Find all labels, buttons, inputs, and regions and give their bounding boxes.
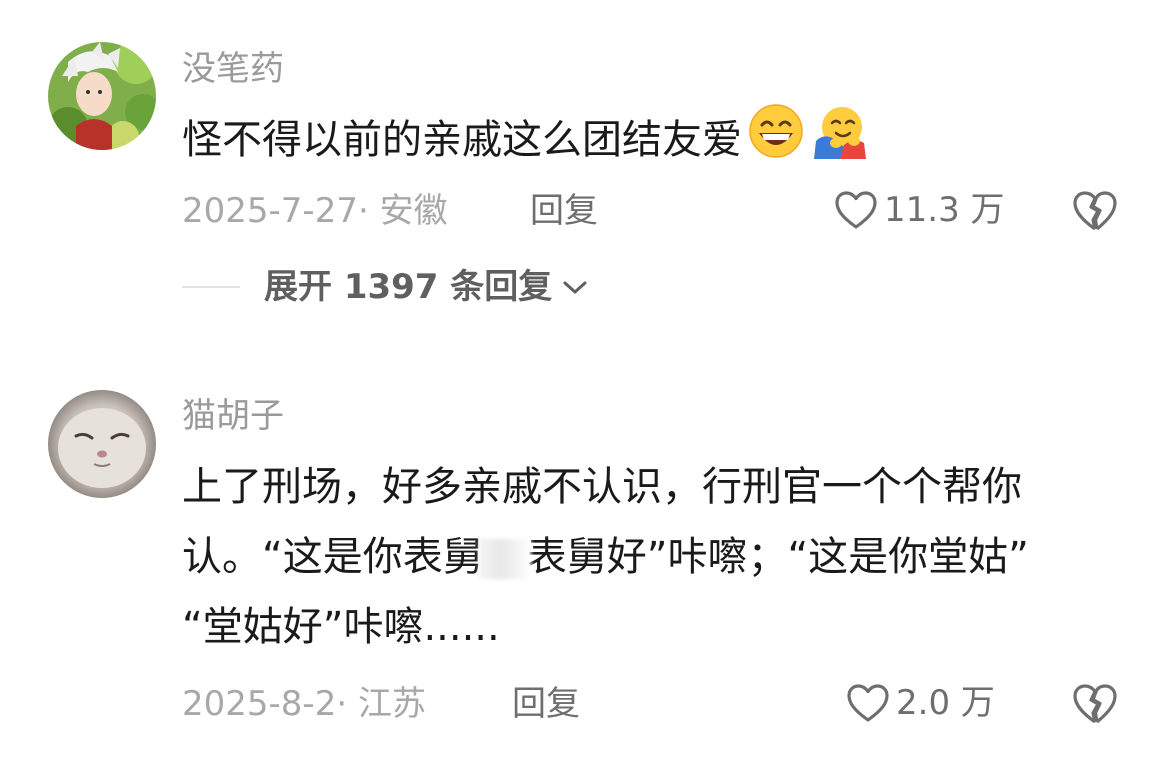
avatar-image: [48, 42, 156, 150]
avatar[interactable]: [48, 42, 156, 150]
chevron-down-icon: [563, 281, 587, 294]
comment-text-segment: 认。“这是你表舅: [182, 534, 483, 580]
heart-outline-icon: [847, 684, 889, 722]
heart-outline-icon: [835, 191, 877, 229]
reply-button[interactable]: 回复: [530, 194, 598, 228]
reply-button[interactable]: 回复: [512, 687, 580, 721]
comment-text-body: 怪不得以前的亲戚这么团结友爱: [182, 117, 742, 163]
blurred-text: [478, 539, 531, 579]
hugging-face-icon: [810, 103, 868, 181]
broken-heart-icon: [1073, 684, 1117, 724]
comment-text-line: 认。“这是你表舅 表舅好”咔嚓；“这是你堂姑”: [182, 522, 1122, 592]
expand-replies-label: 展开 1397 条回复: [264, 267, 553, 307]
grinning-face-icon: [748, 103, 804, 181]
comment-text: 怪不得以前的亲戚这么团结友爱: [182, 103, 1122, 181]
avatar[interactable]: [48, 390, 156, 498]
like-button[interactable]: 2.0 万: [846, 683, 995, 723]
expand-replies-button[interactable]: 展开 1397 条回复: [182, 270, 590, 304]
comment-date-location: 2025-8-2· 江苏: [182, 684, 426, 724]
dislike-button[interactable]: [1072, 190, 1118, 236]
dislike-button[interactable]: [1072, 683, 1118, 729]
expand-divider: [182, 286, 240, 288]
comment-text-line: “堂姑好”咔嚓......: [182, 604, 500, 650]
like-button[interactable]: 11.3 万: [834, 190, 1005, 230]
comment-date-location: 2025-7-27· 安徽: [182, 191, 448, 231]
like-count: 11.3 万: [884, 190, 1005, 230]
username[interactable]: 没笔药: [182, 52, 284, 86]
username[interactable]: 猫胡子: [182, 399, 284, 433]
broken-heart-icon: [1073, 191, 1117, 231]
avatar-image: [48, 390, 156, 498]
comment-text: 上了刑场，好多亲戚不认识，行刑官一个个帮你 认。“这是你表舅 表舅好”咔嚓；“这是…: [182, 452, 1122, 662]
like-count: 2.0 万: [896, 683, 995, 723]
comment-text-segment: 表舅好”咔嚓；“这是你堂姑”: [526, 534, 1029, 580]
comment-text-line: 上了刑场，好多亲戚不认识，行刑官一个个帮你: [182, 464, 1022, 510]
comments-page: 没笔药 怪不得以前的亲戚这么团结友爱 2025-7-27· 安徽 回复 11.3…: [0, 0, 1169, 759]
